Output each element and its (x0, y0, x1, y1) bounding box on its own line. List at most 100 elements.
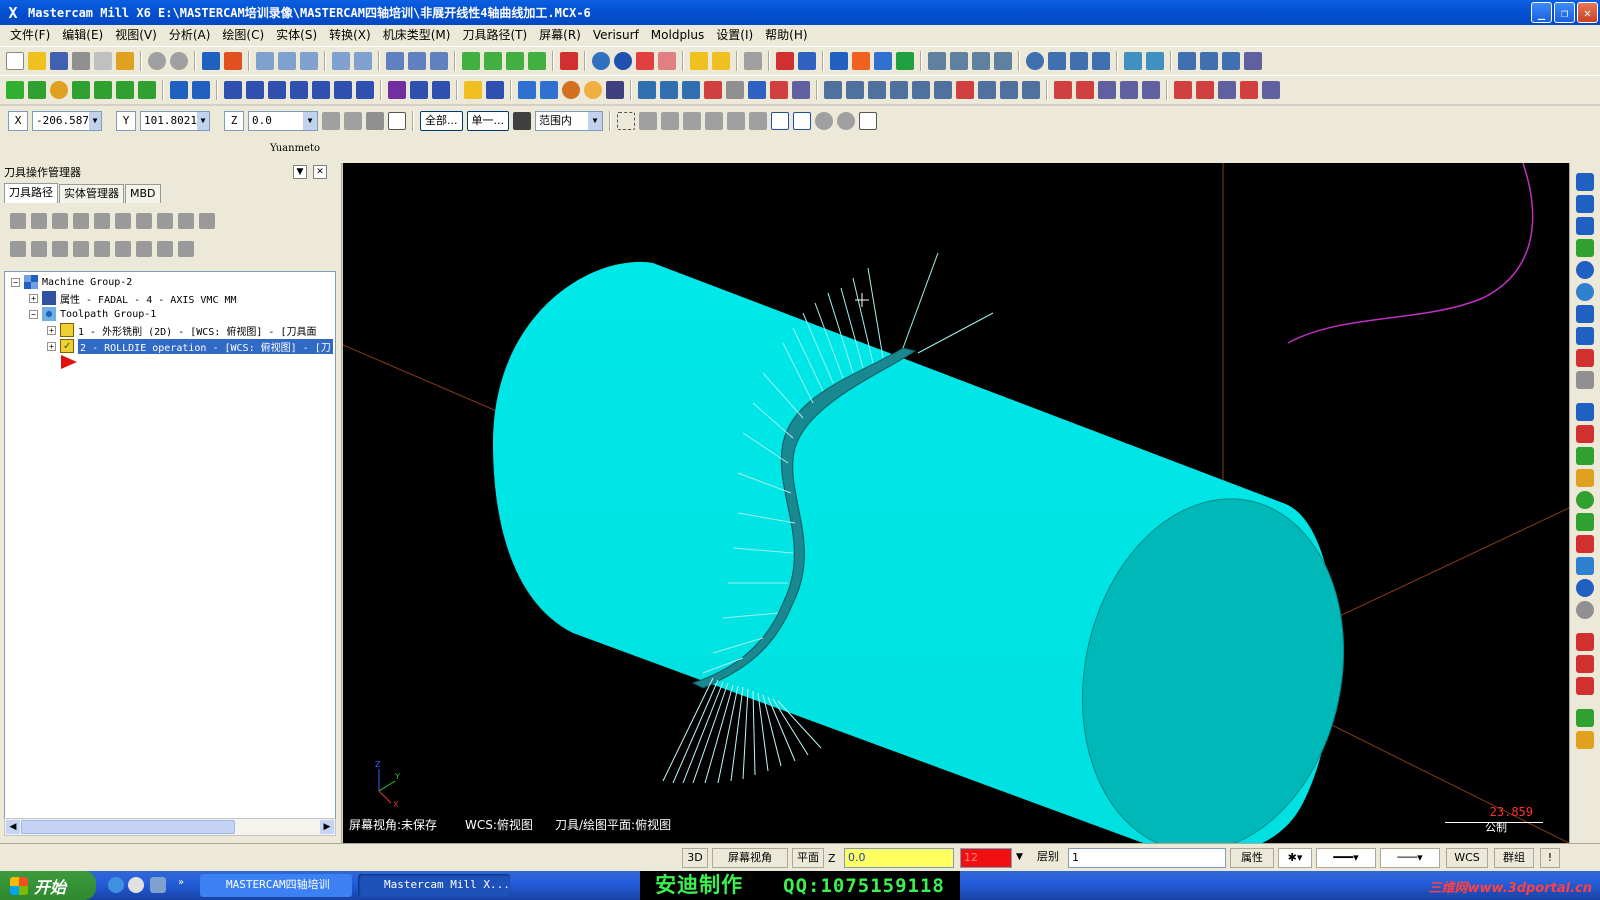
body-select-icon[interactable] (727, 111, 745, 130)
insert-arrow-marker[interactable] (61, 354, 77, 370)
no-select-icon[interactable] (815, 111, 833, 130)
table-icon[interactable] (1076, 81, 1094, 99)
save-icon[interactable] (50, 52, 68, 70)
surface-icon[interactable] (138, 81, 156, 99)
rb-pencil-icon[interactable] (1576, 469, 1594, 487)
dimension-icon[interactable] (1178, 52, 1196, 70)
break-icon[interactable] (192, 81, 210, 99)
trim-toolpath-icon[interactable] (1174, 81, 1192, 99)
solid-extrude-icon[interactable] (518, 81, 536, 99)
print-preview-icon[interactable] (94, 52, 112, 70)
tree-item-op1[interactable]: + 1 - 外形铣削 (2D) - [WCS: 俯视图] - [刀具面 (47, 322, 316, 338)
regen-icon[interactable] (224, 52, 242, 70)
rb-view-icon[interactable] (1576, 195, 1594, 213)
solid-boolean-icon[interactable] (606, 81, 624, 99)
chamfer-icon[interactable] (116, 81, 134, 99)
cylinder-icon[interactable] (1070, 52, 1088, 70)
panel-menu-button[interactable]: ▼ (293, 165, 307, 179)
xform-scale-icon[interactable] (290, 81, 308, 99)
menu-verisurf[interactable]: Verisurf (587, 25, 645, 46)
zoom-extents-icon[interactable] (1222, 52, 1240, 70)
wheel-icon[interactable] (1048, 52, 1066, 70)
tab-mbd[interactable]: MBD (125, 184, 161, 203)
point-icon[interactable] (6, 81, 24, 99)
select-all-button[interactable]: 全部... (420, 110, 463, 131)
task-mastercam[interactable]: Mastercam Mill X... (358, 874, 510, 897)
toolpath-square-icon[interactable] (748, 81, 766, 99)
scroll-icon[interactable] (136, 241, 152, 257)
surface-radial-icon[interactable] (890, 81, 908, 99)
color-field[interactable]: 12 (960, 848, 1012, 868)
transform-toolpath-icon[interactable] (1196, 81, 1214, 99)
fast-point-icon[interactable] (322, 111, 340, 130)
panel-close-button[interactable]: ✕ (313, 165, 327, 179)
line-icon[interactable] (28, 81, 46, 99)
clear-select-icon[interactable] (837, 111, 855, 130)
wireframe-icon[interactable] (408, 52, 426, 70)
menu-analyze[interactable]: 分析(A) (163, 25, 217, 46)
menu-create[interactable]: 绘图(C) (216, 25, 270, 46)
line-style-dropdown[interactable]: ━━━▾ (1316, 848, 1376, 868)
shade-translucent-icon[interactable] (658, 52, 676, 70)
verify-ops-icon[interactable] (115, 213, 131, 229)
menu-screen[interactable]: 屏幕(R) (533, 25, 587, 46)
view-dropdown-icon[interactable] (560, 52, 578, 70)
cube-top-icon[interactable] (462, 52, 480, 70)
level-field[interactable]: 1 (1068, 848, 1226, 868)
clear-colors-icon[interactable] (386, 52, 404, 70)
selection-mode-icon[interactable] (513, 111, 531, 130)
select-all-ops-icon[interactable] (10, 213, 26, 229)
level-button[interactable]: 层别 (1030, 848, 1066, 868)
toolpath-arc-icon[interactable] (792, 81, 810, 99)
toolpath-tree-icon[interactable] (798, 52, 816, 70)
x-coordinate-field[interactable]: -206.587 ▼ (32, 110, 102, 131)
tool-manager-icon[interactable] (972, 52, 990, 70)
rb-curve-icon[interactable] (1576, 425, 1594, 443)
fillet-icon[interactable] (94, 81, 112, 99)
rb-palette-icon[interactable] (1576, 709, 1594, 727)
menu-help[interactable]: 帮助(H) (759, 25, 813, 46)
solid-fillet-icon[interactable] (562, 81, 580, 99)
undo-icon[interactable] (148, 52, 166, 70)
menu-toolpaths[interactable]: 刀具路径(T) (456, 25, 533, 46)
tree-horizontal-scrollbar[interactable]: ◀ ▶ (4, 818, 336, 836)
swarf-icon[interactable] (1120, 81, 1138, 99)
menu-solids[interactable]: 实体(S) (270, 25, 323, 46)
rb-pan-icon[interactable] (1576, 217, 1594, 235)
pan-icon[interactable] (202, 52, 220, 70)
stretch-icon[interactable] (432, 81, 450, 99)
quicklaunch-more-icon[interactable]: » (178, 877, 184, 888)
point-type-icon[interactable] (366, 111, 384, 130)
zoom-out-icon[interactable] (354, 52, 372, 70)
xform-mirror-icon[interactable] (246, 81, 264, 99)
surface-rough-icon[interactable] (824, 81, 842, 99)
close-button[interactable]: ✕ (1577, 2, 1598, 23)
select-dirty-ops-icon[interactable] (31, 213, 47, 229)
menu-xform[interactable]: 转换(X) (323, 25, 377, 46)
analyze-distance-icon[interactable] (690, 52, 708, 70)
simulate-ops-icon[interactable] (136, 213, 152, 229)
menu-view[interactable]: 视图(V) (109, 25, 163, 46)
media-icon[interactable] (128, 877, 144, 893)
menu-machine-type[interactable]: 机床类型(M) (377, 25, 457, 46)
regen-dirty-icon[interactable] (73, 213, 89, 229)
rb-link-icon[interactable] (1576, 327, 1594, 345)
menu-moldplus[interactable]: Moldplus (645, 25, 710, 46)
post-icon[interactable] (896, 52, 914, 70)
tree-item-op2[interactable]: + ✓ 2 - ROLLDIE operation - [WCS: 俯视图] -… (47, 338, 333, 354)
stock-model-icon[interactable] (1240, 81, 1258, 99)
maximize-button[interactable]: ❐ (1554, 2, 1575, 23)
point-style-dropdown[interactable]: ✱▾ (1278, 848, 1312, 868)
rotary-icon[interactable] (1142, 81, 1160, 99)
print-icon[interactable] (72, 52, 90, 70)
rb-grid-icon[interactable] (1576, 535, 1594, 553)
chain-select-icon[interactable] (661, 111, 679, 130)
toolpath-contour-icon[interactable] (638, 81, 656, 99)
rb-settings-icon[interactable] (1576, 731, 1594, 749)
tree-item-machine-group[interactable]: − Machine Group-2 (11, 274, 132, 290)
grid-icon[interactable] (410, 81, 428, 99)
rb-globe-icon[interactable] (1576, 283, 1594, 301)
machine-def-icon[interactable] (928, 52, 946, 70)
zoom-window-icon[interactable] (278, 52, 296, 70)
arc-icon[interactable] (50, 81, 68, 99)
